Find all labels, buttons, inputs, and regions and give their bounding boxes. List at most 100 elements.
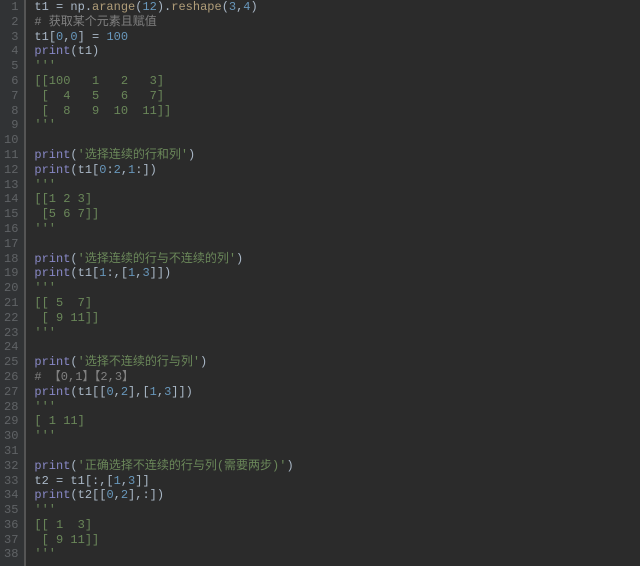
code-line[interactable]: print('选择连续的行与不连续的列') <box>34 252 640 267</box>
code-token: ''' <box>34 118 56 132</box>
code-line[interactable]: print(t1[1:,[1,3]]) <box>34 266 640 281</box>
code-line[interactable]: [[1 2 3] <box>34 192 640 207</box>
line-number: 4 <box>4 44 18 59</box>
code-token: 1 <box>150 385 157 399</box>
code-token: ''' <box>34 178 56 192</box>
code-token: t1 <box>78 385 92 399</box>
code-line[interactable]: ''' <box>34 429 640 444</box>
code-token: ]]) <box>150 266 172 280</box>
code-token: ],[ <box>128 385 150 399</box>
code-line[interactable]: [ 8 9 10 11]] <box>34 104 640 119</box>
code-token: 3 <box>229 0 236 14</box>
code-line[interactable]: ''' <box>34 118 640 133</box>
code-line[interactable] <box>34 237 640 252</box>
code-token: 3 <box>142 266 149 280</box>
code-line[interactable]: [ 1 11] <box>34 414 640 429</box>
line-number: 33 <box>4 474 18 489</box>
code-token: t1 <box>34 0 56 14</box>
line-number: 32 <box>4 459 18 474</box>
code-token: print <box>34 266 70 280</box>
line-number: 26 <box>4 370 18 385</box>
code-line[interactable] <box>34 340 640 355</box>
code-token: print <box>34 385 70 399</box>
code-line[interactable]: [[ 5 7] <box>34 296 640 311</box>
code-token: ],:]) <box>128 488 164 502</box>
code-token: ''' <box>34 547 56 561</box>
code-token: ( <box>70 266 77 280</box>
code-line[interactable]: print('正确选择不连续的行与列(需要两步)') <box>34 459 640 474</box>
code-token: :]) <box>135 163 157 177</box>
code-line[interactable] <box>34 133 640 148</box>
code-line[interactable]: [5 6 7]] <box>34 207 640 222</box>
code-token: [[1 2 3] <box>34 192 92 206</box>
line-number: 28 <box>4 400 18 415</box>
line-number: 10 <box>4 133 18 148</box>
line-number: 23 <box>4 326 18 341</box>
line-number: 27 <box>4 385 18 400</box>
code-token: [ 9 11]] <box>34 533 99 547</box>
code-line[interactable]: print('选择不连续的行与列') <box>34 355 640 370</box>
code-token: t1 <box>70 474 84 488</box>
code-line[interactable]: [[ 1 3] <box>34 518 640 533</box>
code-line[interactable]: print(t1[0:2,1:]) <box>34 163 640 178</box>
line-number: 9 <box>4 118 18 133</box>
code-line[interactable]: [ 9 11]] <box>34 533 640 548</box>
code-line[interactable]: ''' <box>34 326 640 341</box>
code-token: ( <box>70 148 77 162</box>
code-line[interactable] <box>34 444 640 459</box>
code-token: ''' <box>34 326 56 340</box>
code-line[interactable]: print(t1[[0,2],[1,3]]) <box>34 385 640 400</box>
code-token: [[ 5 7] <box>34 296 92 310</box>
code-token: ) <box>200 355 207 369</box>
code-token: ). <box>157 0 171 14</box>
code-token: t1 <box>34 30 48 44</box>
line-number: 25 <box>4 355 18 370</box>
code-token: reshape <box>171 0 221 14</box>
line-number: 17 <box>4 237 18 252</box>
code-line[interactable]: t1[0,0] = 100 <box>34 30 640 45</box>
line-number: 1 <box>4 0 18 15</box>
code-line[interactable]: [[100 1 2 3] <box>34 74 640 89</box>
line-number: 20 <box>4 281 18 296</box>
line-number: 18 <box>4 252 18 267</box>
code-token: print <box>34 44 70 58</box>
code-line[interactable]: t1 = np.arange(12).reshape(3,4) <box>34 0 640 15</box>
line-number: 12 <box>4 163 18 178</box>
code-token: print <box>34 459 70 473</box>
code-line[interactable]: print(t1) <box>34 44 640 59</box>
code-line[interactable]: ''' <box>34 178 640 193</box>
code-token: '选择不连续的行与列' <box>78 355 200 369</box>
code-token: '选择连续的行和列' <box>78 148 188 162</box>
code-line[interactable]: ''' <box>34 400 640 415</box>
code-line[interactable]: ''' <box>34 281 640 296</box>
code-token: [ <box>49 30 56 44</box>
line-number: 5 <box>4 59 18 74</box>
code-token: print <box>34 488 70 502</box>
code-line[interactable]: t2 = t1[:,[1,3]] <box>34 474 640 489</box>
code-editor[interactable]: 1234567891011121314151617181920212223242… <box>0 0 640 566</box>
code-token: t2 <box>34 474 56 488</box>
code-token: 2 <box>121 488 128 502</box>
code-token: = <box>56 474 70 488</box>
code-token: [[ 1 3] <box>34 518 92 532</box>
code-token: , <box>157 385 164 399</box>
code-line[interactable]: ''' <box>34 503 640 518</box>
code-line[interactable]: ''' <box>34 59 640 74</box>
code-token: ''' <box>34 503 56 517</box>
code-line[interactable]: print(t2[[0,2],:]) <box>34 488 640 503</box>
code-token: ( <box>70 385 77 399</box>
code-token: [[ <box>92 488 106 502</box>
code-line[interactable]: # 【0,1】【2,3】 <box>34 370 640 385</box>
code-token: print <box>34 252 70 266</box>
line-number: 14 <box>4 192 18 207</box>
code-line[interactable]: # 获取某个元素且赋值 <box>34 15 640 30</box>
code-token: ( <box>70 163 77 177</box>
line-number: 31 <box>4 444 18 459</box>
code-area[interactable]: t1 = np.arange(12).reshape(3,4)# 获取某个元素且… <box>25 0 640 566</box>
line-number: 19 <box>4 266 18 281</box>
code-line[interactable]: print('选择连续的行和列') <box>34 148 640 163</box>
code-line[interactable]: [ 9 11]] <box>34 311 640 326</box>
code-line[interactable]: [ 4 5 6 7] <box>34 89 640 104</box>
code-line[interactable]: ''' <box>34 222 640 237</box>
code-line[interactable]: ''' <box>34 547 640 562</box>
